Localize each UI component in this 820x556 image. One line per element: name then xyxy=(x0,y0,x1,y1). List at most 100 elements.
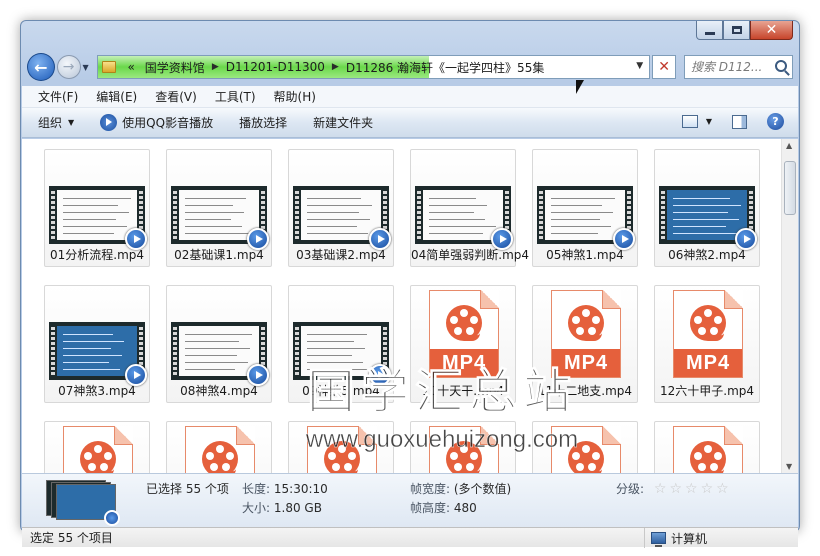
menu-view[interactable]: 查看(V) xyxy=(155,88,197,105)
qq-player-icon xyxy=(125,364,147,386)
search-input[interactable] xyxy=(690,60,773,74)
address-breadcrumb: « 国学资料馆 ▶ D11201-D11300 ▶ D11286 瀚海轩《一起学… xyxy=(98,56,549,78)
status-zone-label: 计算机 xyxy=(671,531,708,546)
thumbnail-frame xyxy=(423,190,503,240)
length-field: 长度: 15:30:10 xyxy=(242,480,328,497)
file-item[interactable]: MP4 xyxy=(288,421,394,473)
play-selection-button[interactable]: 播放选择 xyxy=(239,114,287,131)
help-icon[interactable]: ? xyxy=(767,113,784,130)
frame-height-label: 帧高度: xyxy=(410,501,451,515)
search-icon[interactable] xyxy=(775,60,787,72)
rating-star-icon[interactable]: ☆ xyxy=(669,482,682,496)
file-item[interactable]: 01分析流程.mp4 xyxy=(44,149,150,267)
change-view-icon[interactable] xyxy=(681,115,698,128)
file-item[interactable]: 03基础课2.mp4 xyxy=(288,149,394,267)
chevron-right-icon[interactable]: ▶ xyxy=(210,62,221,72)
chevron-down-icon: ▼ xyxy=(68,118,75,127)
menu-tools[interactable]: 工具(T) xyxy=(215,88,256,105)
file-item[interactable]: MP4 xyxy=(532,421,638,473)
file-item[interactable]: MP4 xyxy=(166,421,272,473)
status-bar: 选定 55 个项目 计算机 xyxy=(22,527,798,548)
breadcrumb-item-1[interactable]: 国学资料馆 xyxy=(140,59,210,76)
rating-star-icon[interactable]: ☆ xyxy=(716,482,729,496)
stop-button[interactable]: ✕ xyxy=(652,55,676,79)
rating-star-icon[interactable]: ☆ xyxy=(654,482,667,496)
close-button[interactable]: ✕ xyxy=(750,21,793,40)
breadcrumb-item-2[interactable]: D11201-D11300 xyxy=(221,60,330,74)
scroll-thumb[interactable] xyxy=(784,161,796,215)
preview-pane-icon[interactable] xyxy=(732,114,747,129)
play-with-qq-button[interactable]: 使用QQ影音播放 xyxy=(100,114,213,131)
thumbnail-frame xyxy=(545,190,625,240)
new-folder-button[interactable]: 新建文件夹 xyxy=(313,114,373,131)
status-selection-text: 选定 55 个项目 xyxy=(30,531,113,545)
mp4-file-icon: MP4 xyxy=(551,290,621,378)
menu-help[interactable]: 帮助(H) xyxy=(274,88,316,105)
file-item[interactable]: 04简单强弱判断.mp4 xyxy=(410,149,529,267)
menu-bar: 文件(F) 编辑(E) 查看(V) 工具(T) 帮助(H) xyxy=(22,86,798,108)
play-selection-label: 播放选择 xyxy=(239,116,288,130)
minimize-button[interactable] xyxy=(696,21,723,40)
size-field: 大小: 1.80 GB xyxy=(242,499,322,516)
file-item[interactable]: 05神煞1.mp4 xyxy=(532,149,638,267)
mouse-cursor-icon xyxy=(576,80,590,94)
rating-star-icon[interactable]: ☆ xyxy=(701,482,714,496)
scroll-up-icon[interactable]: ▲ xyxy=(786,141,792,150)
qq-player-icon xyxy=(613,228,635,250)
file-item[interactable]: 02基础课1.mp4 xyxy=(166,149,272,267)
file-item[interactable]: MP4 xyxy=(44,421,150,473)
file-item[interactable]: MP4 10十天干.mp4 xyxy=(410,285,516,403)
mp4-file-icon: MP4 xyxy=(429,290,499,378)
thumbnail-frame xyxy=(179,326,259,376)
thumbnail-frame xyxy=(667,190,747,240)
qq-player-icon xyxy=(491,228,513,250)
play-with-qq-label: 使用QQ影音播放 xyxy=(122,116,214,130)
scroll-down-icon[interactable]: ▼ xyxy=(786,462,792,471)
back-arrow-icon: ← xyxy=(34,57,48,77)
file-item[interactable]: 06神煞2.mp4 xyxy=(654,149,760,267)
chevron-right-icon[interactable]: ▶ xyxy=(330,62,341,72)
file-item[interactable]: 07神煞3.mp4 xyxy=(44,285,150,403)
breadcrumb-overflow[interactable]: « xyxy=(122,60,139,74)
file-name: 12六十甲子.mp4 xyxy=(659,384,755,398)
file-item[interactable]: 08神煞4.mp4 xyxy=(166,285,272,403)
search-box[interactable] xyxy=(683,55,793,79)
close-icon: ✕ xyxy=(658,59,670,75)
thumbnail-frame xyxy=(301,190,381,240)
folder-icon xyxy=(102,61,117,73)
vertical-scrollbar[interactable]: ▲ ▼ xyxy=(781,139,798,473)
file-item[interactable]: MP4 xyxy=(654,421,760,473)
address-dropdown-icon[interactable]: ▼ xyxy=(636,61,643,71)
thumbnail-frame xyxy=(57,190,137,240)
forward-arrow-icon: → xyxy=(62,59,75,75)
selected-count: 已选择 55 个项 xyxy=(146,482,229,496)
status-zone: 计算机 xyxy=(644,528,707,548)
size-value: 1.80 GB xyxy=(273,501,322,515)
address-bar[interactable]: « 国学资料馆 ▶ D11201-D11300 ▶ D11286 瀚海轩《一起学… xyxy=(97,55,651,79)
menu-file[interactable]: 文件(F) xyxy=(38,88,78,105)
file-item[interactable]: MP4 xyxy=(410,421,516,473)
breadcrumb-item-3[interactable]: D11286 瀚海轩《一起学四柱》55集 xyxy=(341,59,550,76)
file-name: 09神煞5.mp4 xyxy=(302,384,380,398)
thumbnail-frame xyxy=(57,326,137,376)
details-pane: 已选择 55 个项 长度: 15:30:10 大小: 1.80 GB 帧宽度: … xyxy=(22,473,798,527)
command-bar: 组织 ▼ 使用QQ影音播放 播放选择 新建文件夹 ▼ ? xyxy=(22,108,798,138)
menu-edit[interactable]: 编辑(E) xyxy=(96,88,137,105)
maximize-icon xyxy=(731,26,742,34)
file-name: 02基础课1.mp4 xyxy=(174,248,264,262)
file-name: 07神煞3.mp4 xyxy=(58,384,136,398)
mp4-badge: MP4 xyxy=(552,349,620,377)
file-item[interactable]: MP4 12六十甲子.mp4 xyxy=(654,285,760,403)
recent-pages-dropdown[interactable]: ▼ xyxy=(83,63,93,72)
back-button[interactable]: ← xyxy=(27,53,55,81)
frame-height-field: 帧高度: 480 xyxy=(410,499,477,516)
file-item[interactable]: MP4 11十二地支.mp4 xyxy=(532,285,638,403)
chevron-down-icon[interactable]: ▼ xyxy=(706,117,712,126)
maximize-button[interactable] xyxy=(723,21,750,40)
forward-button[interactable]: → xyxy=(56,55,81,79)
file-item[interactable]: 09神煞5.mp4 xyxy=(288,285,394,403)
rating-stars[interactable]: ☆ ☆ ☆ ☆ ☆ xyxy=(654,482,729,496)
mp4-file-icon: MP4 xyxy=(673,290,743,378)
rating-star-icon[interactable]: ☆ xyxy=(685,482,698,496)
organize-button[interactable]: 组织 ▼ xyxy=(38,114,74,131)
